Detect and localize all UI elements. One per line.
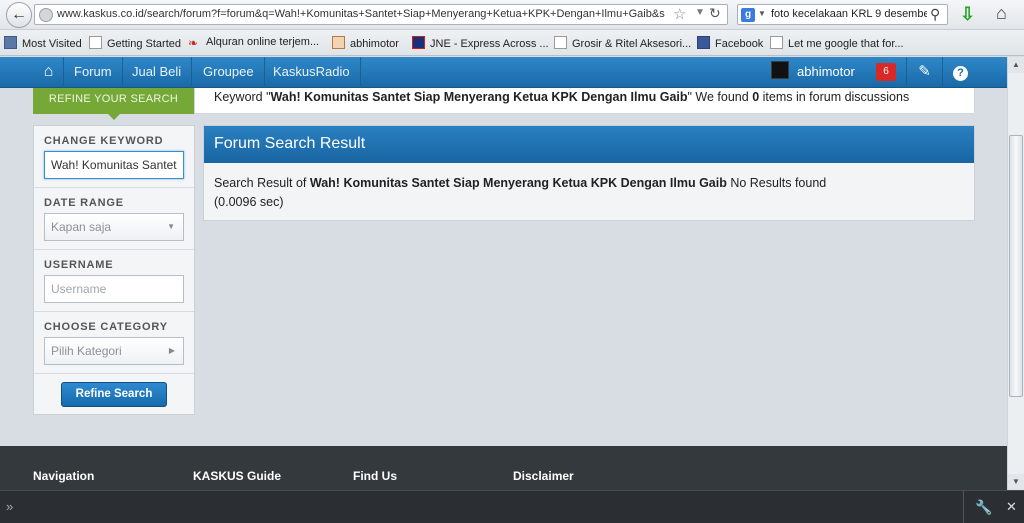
username-section: USERNAME Username [34, 250, 194, 312]
nav-jual-beli[interactable]: Jual Beli [122, 57, 193, 88]
date-range-section: DATE RANGE Kapan saja ▼ [34, 188, 194, 250]
bookmark-grosir[interactable]: Grosir & Ritel Aksesori... [554, 36, 691, 50]
result-message: Search Result of Wah! Komunitas Santet S… [214, 176, 827, 209]
lmgtfy-icon [770, 36, 783, 49]
url-text[interactable]: www.kaskus.co.id/search/forum?f=forum&q=… [57, 8, 677, 20]
footer-navigation[interactable]: Navigation [33, 469, 94, 483]
page-content: REFINE YOUR SEARCH Keyword "Wah! Komunit… [0, 88, 1007, 446]
chevron-right-icon: ▶ [168, 346, 175, 355]
page-icon [554, 36, 567, 49]
site-footer: Navigation KASKUS Guide Find Us Disclaim… [0, 446, 1007, 490]
category-section: CHOOSE CATEGORY Pilih Kategori ▶ [34, 312, 194, 374]
bookmark-lmgtfy[interactable]: Let me google that for... [770, 36, 904, 50]
change-keyword-section: CHANGE KEYWORD Wah! Komunitas Santet [34, 126, 194, 188]
username-input[interactable]: Username [44, 275, 184, 303]
chevron-down-icon: ▼ [167, 222, 175, 231]
nav-kaskus-radio[interactable]: KaskusRadio [263, 57, 361, 88]
scroll-down-icon[interactable]: ▼ [1008, 474, 1024, 490]
nav-groupee[interactable]: Groupee [193, 57, 265, 88]
back-button[interactable]: ← [6, 2, 32, 28]
page-scrollbar[interactable]: ▲ ▼ [1007, 57, 1024, 490]
username-link[interactable]: abhimotor [797, 57, 855, 87]
browser-search-text[interactable]: foto kecelakaan KRL 9 desember [771, 8, 927, 20]
keyword-summary: Keyword "Wah! Komunitas Santet Siap Meny… [194, 88, 975, 114]
scroll-up-icon[interactable]: ▲ [1008, 57, 1024, 73]
chevron-right-icon[interactable]: » [6, 499, 13, 514]
notification-badge[interactable]: 6 [876, 63, 896, 81]
alquran-icon: ❧ [188, 36, 199, 50]
search-engine-icon[interactable]: g [741, 8, 755, 22]
wrench-icon[interactable]: 🔧 [975, 499, 992, 516]
close-icon[interactable]: ✕ [1006, 499, 1017, 515]
browser-toolbar: ← www.kaskus.co.id/search/forum?f=forum&… [0, 0, 1024, 30]
reload-icon[interactable]: ↻ [709, 5, 721, 22]
help-symbol: ? [953, 66, 968, 81]
username-label: USERNAME [44, 259, 114, 271]
footer-find-us[interactable]: Find Us [353, 469, 397, 483]
choose-category-label: CHOOSE CATEGORY [44, 321, 168, 333]
home-icon[interactable]: ⌂ [34, 57, 64, 88]
bookmark-abhimotor[interactable]: abhimotor [332, 36, 399, 50]
site-navbar: ⌂ Forum Jual Beli Groupee KaskusRadio ab… [0, 57, 1007, 88]
pencil-icon[interactable]: ✎ [906, 57, 942, 88]
refine-your-search-tab: REFINE YOUR SEARCH [33, 88, 194, 120]
result-panel-title: Forum Search Result [204, 126, 974, 163]
keyword-text: Wah! Komunitas Santet Siap Menyerang Ket… [270, 90, 688, 104]
search-icon[interactable]: ⚲ [930, 6, 940, 23]
bookmark-star-icon[interactable]: ☆ [673, 5, 686, 23]
history-dropdown-icon[interactable]: ▼ [695, 7, 705, 18]
site-identity-icon[interactable] [39, 8, 53, 22]
bookmark-most-visited[interactable]: Most Visited [4, 36, 82, 50]
bookmark-alquran[interactable]: ❧ Alquran online terjem... [188, 36, 319, 50]
abhimotor-icon [332, 36, 345, 49]
category-select[interactable]: Pilih Kategori ▶ [44, 337, 184, 365]
date-range-label: DATE RANGE [44, 197, 124, 209]
search-engine-dropdown-icon[interactable]: ▼ [758, 9, 766, 18]
result-keyword: Wah! Komunitas Santet Siap Menyerang Ket… [309, 176, 727, 190]
bottom-toolbar: » 🔧 ✕ [0, 490, 1024, 523]
help-icon[interactable]: ? [942, 57, 978, 88]
browser-search-box[interactable]: g ▼ foto kecelakaan KRL 9 desember ⚲ [737, 4, 948, 25]
page-icon [89, 36, 102, 49]
jne-icon [412, 36, 425, 49]
refine-search-sidebar: CHANGE KEYWORD Wah! Komunitas Santet DAT… [33, 125, 195, 415]
refine-search-button[interactable]: Refine Search [61, 382, 167, 407]
bookmark-getting-started[interactable]: Getting Started [89, 36, 181, 50]
change-keyword-label: CHANGE KEYWORD [44, 135, 164, 147]
date-range-select[interactable]: Kapan saja ▼ [44, 213, 184, 241]
search-result-panel: Forum Search Result Search Result of Wah… [203, 125, 975, 221]
toolbar-divider [963, 491, 964, 523]
avatar[interactable] [771, 61, 789, 79]
bookmark-jne[interactable]: JNE - Express Across ... [412, 36, 549, 50]
footer-disclaimer[interactable]: Disclaimer [513, 469, 574, 483]
keyword-input[interactable]: Wah! Komunitas Santet [44, 151, 184, 179]
nav-forum[interactable]: Forum [64, 57, 123, 88]
browser-home-icon[interactable]: ⌂ [996, 3, 1007, 24]
footer-kaskus-guide[interactable]: KASKUS Guide [193, 469, 281, 483]
address-bar[interactable]: www.kaskus.co.id/search/forum?f=forum&q=… [34, 4, 728, 25]
facebook-icon [697, 36, 710, 49]
folder-icon [4, 36, 17, 49]
bookmarks-bar: Most Visited Getting Started ❧ Alquran on… [0, 30, 1024, 56]
scroll-thumb[interactable] [1009, 135, 1023, 397]
bookmark-facebook[interactable]: Facebook [697, 36, 763, 50]
download-icon[interactable]: ⇩ [960, 4, 975, 25]
